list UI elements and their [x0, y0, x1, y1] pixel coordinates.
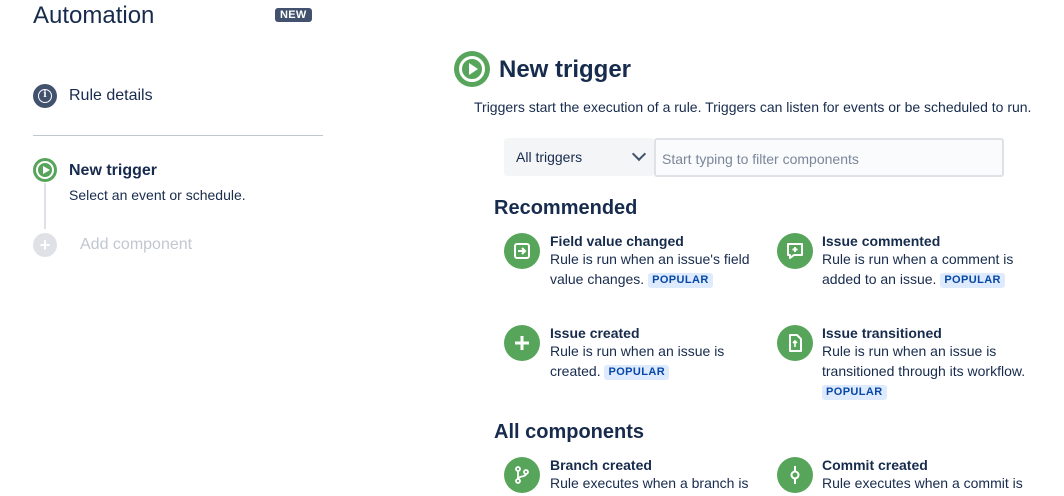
- component-description: Rule is run when a comment is added to a…: [822, 249, 1032, 289]
- step-new-trigger-subtitle: Select an event or schedule.: [69, 187, 246, 203]
- step-rule-details[interactable]: Rule details: [69, 87, 153, 105]
- add-icon: +: [33, 233, 57, 257]
- component-title: Branch created: [550, 457, 652, 473]
- component-card-issue-commented[interactable]: Issue commented Rule is run when a comme…: [777, 232, 1037, 302]
- step-add-component: Add component: [80, 236, 193, 253]
- filter-placeholder: Start typing to filter components: [662, 151, 859, 167]
- commit-icon: [777, 457, 813, 493]
- component-title: Issue commented: [822, 233, 941, 249]
- info-icon: i: [33, 84, 57, 108]
- component-title: Issue created: [550, 325, 640, 341]
- component-desc-text: Rule is run when an issue is transitione…: [822, 343, 1026, 379]
- component-description: Rule is run when an issue is created. PO…: [550, 341, 740, 381]
- trigger-play-icon: [454, 51, 490, 87]
- component-card-issue-transitioned[interactable]: Issue transitioned Rule is run when an i…: [777, 324, 1047, 404]
- step-connector: [44, 183, 46, 229]
- step-new-trigger[interactable]: New trigger: [69, 162, 157, 180]
- component-description: Rule is run when an issue is transitione…: [822, 341, 1037, 401]
- chevron-down-icon: [631, 146, 647, 162]
- popular-badge: POPULAR: [940, 273, 1005, 288]
- component-card-field-value-changed[interactable]: Field value changed Rule is run when an …: [504, 232, 754, 302]
- popular-badge: POPULAR: [604, 365, 670, 380]
- component-title: Issue transitioned: [822, 325, 942, 341]
- filter-input[interactable]: Start typing to filter components: [654, 138, 1004, 177]
- component-description: Rule is run when an issue's field value …: [550, 249, 760, 289]
- transition-icon: [777, 325, 813, 361]
- field-change-icon: [504, 233, 540, 269]
- page-description: Triggers start the execution of a rule. …: [474, 99, 1032, 115]
- app-title: Automation: [33, 2, 155, 29]
- recommended-heading: Recommended: [494, 197, 638, 219]
- all-components-heading: All components: [494, 421, 645, 443]
- component-title: Field value changed: [550, 233, 684, 249]
- component-description: Rule executes when a branch is: [550, 475, 749, 491]
- play-icon: [33, 158, 57, 182]
- select-value: All triggers: [516, 149, 583, 165]
- branch-icon: [504, 457, 540, 493]
- component-description: Rule executes when a commit is: [822, 475, 1023, 491]
- plus-icon: [504, 325, 540, 361]
- comment-icon: [777, 233, 813, 269]
- component-title: Commit created: [822, 457, 928, 473]
- page-title: New trigger: [499, 56, 632, 83]
- popular-badge: POPULAR: [822, 385, 887, 400]
- trigger-type-select[interactable]: All triggers: [504, 138, 654, 176]
- component-card-issue-created[interactable]: Issue created Rule is run when an issue …: [504, 324, 754, 384]
- new-badge: NEW: [275, 8, 312, 22]
- component-card-commit-created[interactable]: Commit created Rule executes when a comm…: [777, 456, 1037, 496]
- popular-badge: POPULAR: [648, 273, 713, 288]
- component-card-branch-created[interactable]: Branch created Rule executes when a bran…: [504, 456, 754, 496]
- sidebar-divider: [33, 135, 323, 136]
